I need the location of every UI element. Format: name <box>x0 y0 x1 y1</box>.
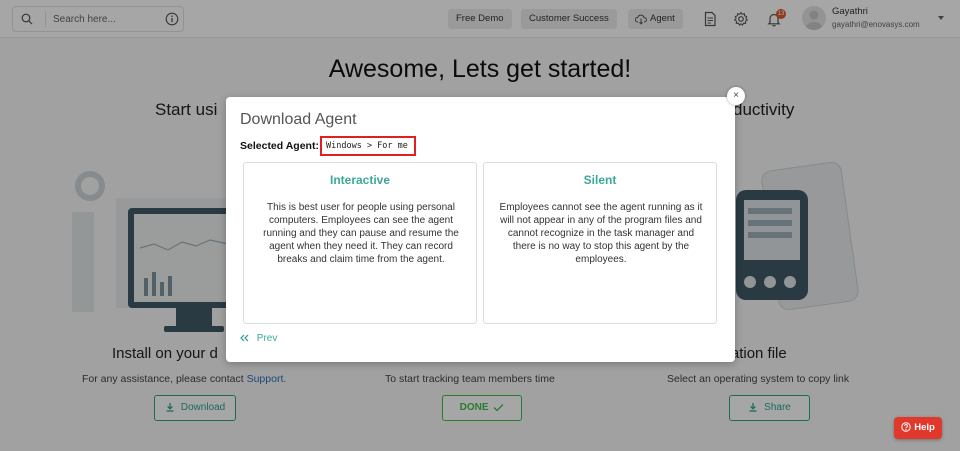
silent-card-title: Silent <box>583 173 617 187</box>
silent-option-card[interactable]: Silent Employees cannot see the agent ru… <box>483 162 717 324</box>
help-icon <box>901 422 911 433</box>
selected-agent-value: Windows > For me <box>320 136 416 156</box>
silent-card-description: Employees cannot see the agent running a… <box>499 202 703 265</box>
help-button[interactable]: Help <box>894 417 942 439</box>
selected-agent-label: Selected Agent: <box>240 140 319 152</box>
interactive-card-title: Interactive <box>329 173 391 187</box>
interactive-card-description: This is best user for people using perso… <box>263 202 459 265</box>
double-chevron-left-icon <box>240 334 249 342</box>
interactive-option-card[interactable]: Interactive This is best user for people… <box>243 162 477 324</box>
close-modal-button[interactable]: × <box>727 87 745 105</box>
prev-label: Prev <box>256 333 278 344</box>
help-label: Help <box>914 422 935 433</box>
modal-title: Download Agent <box>240 111 357 128</box>
prev-button[interactable]: Prev <box>240 333 277 344</box>
download-agent-modal: Download Agent Selected Agent: Windows >… <box>226 97 735 362</box>
